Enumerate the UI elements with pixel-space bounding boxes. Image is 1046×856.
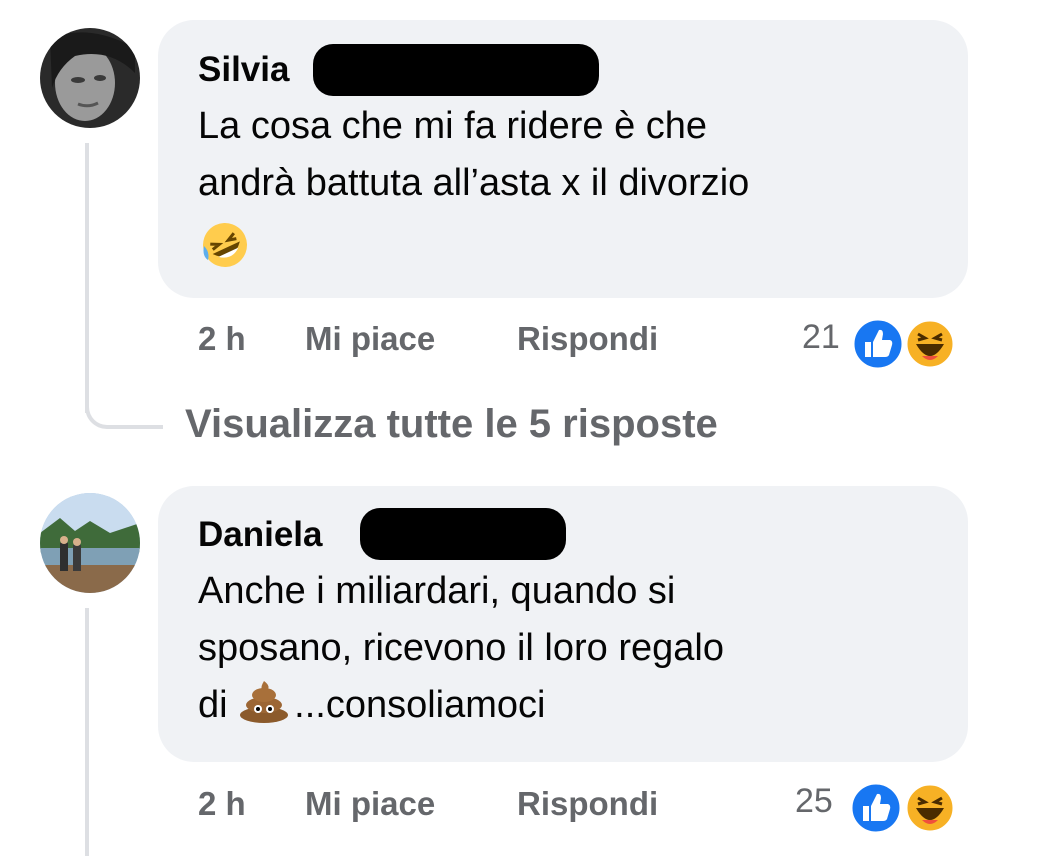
like-reaction-icon[interactable]: [848, 780, 904, 841]
view-all-replies-link[interactable]: Visualizza tutte le 5 risposte: [185, 402, 718, 447]
thread-line: [85, 143, 89, 413]
avatar[interactable]: [40, 493, 140, 593]
comment-text-line: Anche i miliardari, quando si: [198, 570, 676, 612]
like-button[interactable]: Mi piace: [305, 785, 435, 823]
comment-text: Anche i miliardari, quando si sposano, r…: [198, 563, 724, 734]
reaction-count[interactable]: 25: [795, 782, 833, 821]
comment-text-line: sposano, ricevono il loro regalo: [198, 627, 724, 669]
comment-text-line: andrà battuta all’asta x il divorzio: [198, 162, 750, 204]
timestamp[interactable]: 2 h: [198, 320, 246, 357]
thread-connector: [85, 395, 163, 429]
comment-author[interactable]: Daniela: [198, 515, 323, 555]
like-button[interactable]: Mi piace: [305, 320, 435, 358]
reply-button[interactable]: Rispondi: [517, 320, 658, 358]
comment-text-prefix: di: [198, 684, 239, 726]
comment-text: La cosa che mi fa ridere è che andrà bat…: [198, 98, 749, 212]
comment-author[interactable]: Silvia: [198, 50, 289, 90]
pile-of-poo-emoji-icon: [238, 679, 294, 723]
comment-text-line-3: di ...consoliamoci: [198, 677, 724, 734]
reaction-count[interactable]: 21: [802, 318, 840, 357]
timestamp[interactable]: 2 h: [198, 785, 246, 823]
comment-text-suffix: ...consoliamoci: [294, 684, 546, 726]
haha-reaction-icon[interactable]: [904, 318, 956, 375]
rolling-laughing-emoji-icon: [200, 220, 250, 275]
redacted-surname: [313, 44, 599, 96]
thread-line: [85, 608, 89, 856]
avatar[interactable]: [40, 28, 140, 128]
haha-reaction-icon[interactable]: [904, 782, 956, 839]
like-reaction-icon[interactable]: [850, 316, 906, 377]
redacted-surname: [360, 508, 566, 560]
reply-button[interactable]: Rispondi: [517, 785, 658, 823]
comment-text-line: La cosa che mi fa ridere è che: [198, 105, 708, 147]
comment-actions: 2 h: [198, 320, 246, 358]
